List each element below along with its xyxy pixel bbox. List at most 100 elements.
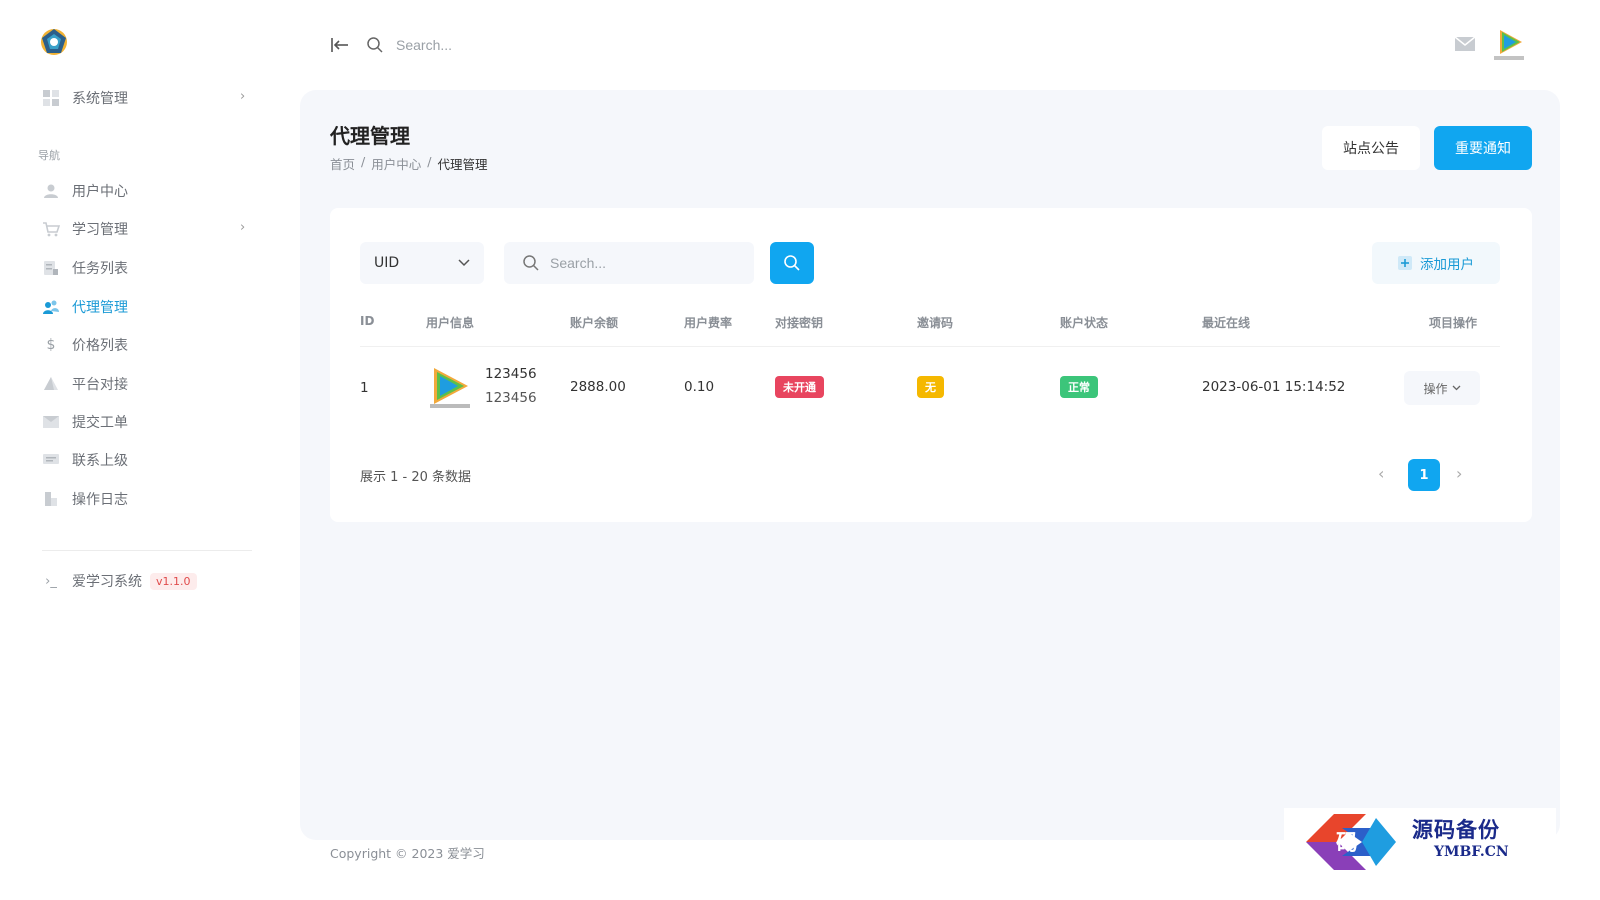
grid-icon (42, 89, 60, 107)
app-name: 爱学习系统 (72, 574, 142, 590)
log-icon (42, 490, 60, 508)
collapse-sidebar-icon[interactable] (330, 36, 350, 54)
sidebar: 系统管理 › 导航 用户中心 学习管理 › 任务列表 代理管理 $ 价格列表 平… (0, 0, 280, 900)
pagination-prev-icon[interactable]: ‹ (1378, 464, 1384, 483)
invite-code-badge: 无 (917, 376, 944, 398)
pagination-page-1[interactable]: 1 (1408, 459, 1440, 491)
account-status-badge: 正常 (1060, 376, 1098, 398)
cell-id: 1 (360, 380, 369, 396)
mail-icon[interactable] (1454, 36, 1476, 52)
sidebar-item-label: 联系上级 (72, 453, 128, 469)
page-title: 代理管理 (330, 124, 410, 148)
cart-icon (42, 220, 60, 238)
sidebar-item-label: 操作日志 (72, 492, 128, 508)
chevron-right-icon: › (240, 89, 246, 104)
sidebar-item-tasks[interactable]: 任务列表 (42, 256, 128, 280)
sidebar-item-ticket[interactable]: 提交工单 (42, 410, 128, 434)
task-icon (42, 259, 60, 277)
sidebar-item-label: 平台对接 (72, 377, 128, 393)
main-content: 代理管理 首页 / 用户中心 / 代理管理 站点公告 重要通知 UID Sear… (300, 90, 1560, 840)
pagination-summary: 展示 1 - 20 条数据 (360, 470, 472, 485)
pagination-next-icon[interactable]: › (1456, 464, 1462, 483)
filter-search-input[interactable] (550, 255, 730, 271)
plus-icon (1398, 256, 1412, 270)
nav-heading: 导航 (38, 149, 60, 162)
column-header-user-info: 用户信息 (426, 316, 475, 330)
user-icon (42, 182, 60, 200)
column-header-balance: 账户余额 (570, 316, 619, 330)
terminal-icon: ›_ (45, 573, 57, 589)
search-icon (523, 255, 539, 271)
add-user-label: 添加用户 (1420, 257, 1474, 273)
agents-icon (42, 298, 60, 316)
sidebar-item-label: 用户中心 (72, 184, 128, 200)
filter-select-value: UID (374, 255, 400, 271)
watermark-logo-icon: 码 (1306, 814, 1396, 870)
breadcrumb-home[interactable]: 首页 (330, 154, 355, 173)
key-status-badge: 未开通 (775, 376, 824, 398)
cell-user-name: 123456 (485, 366, 537, 382)
search-icon (784, 255, 800, 271)
chat-icon (42, 451, 60, 469)
sidebar-item-prices[interactable]: $ 价格列表 (42, 333, 128, 357)
column-header-invite: 邀请码 (917, 316, 954, 330)
sidebar-item-user-center[interactable]: 用户中心 (42, 179, 128, 203)
mail-icon (42, 413, 60, 431)
sidebar-item-label: 任务列表 (72, 261, 128, 277)
agents-card: UID 添加用户 ID 用户信息 账户余额 (330, 208, 1532, 522)
sidebar-item-contact[interactable]: 联系上级 (42, 448, 128, 472)
sidebar-item-study[interactable]: 学习管理 › (42, 217, 245, 241)
sidebar-item-label: 提交工单 (72, 415, 128, 431)
sidebar-item-logs[interactable]: 操作日志 (42, 487, 128, 511)
watermark-logo-char: 码 (1336, 830, 1358, 856)
watermark-title: 源码备份 (1412, 817, 1500, 842)
sidebar-item-label: 价格列表 (72, 338, 128, 354)
breadcrumb: 首页 / 用户中心 / 代理管理 (330, 154, 487, 173)
site-notice-button[interactable]: 站点公告 (1322, 126, 1420, 170)
user-avatar[interactable] (1492, 26, 1526, 62)
sidebar-item-label: 代理管理 (72, 300, 128, 316)
watermark: 码 源码备份 YMBF.CN (1284, 808, 1556, 884)
action-label: 操作 (1423, 381, 1448, 396)
breadcrumb-separator: / (427, 154, 432, 169)
breadcrumb-user-center[interactable]: 用户中心 (371, 154, 421, 173)
sidebar-divider (42, 550, 252, 551)
cell-balance: 2888.00 (570, 379, 626, 395)
column-header-status: 账户状态 (1060, 316, 1109, 330)
column-header-last-online: 最近在线 (1202, 316, 1251, 330)
sidebar-item-label: 学习管理 (72, 222, 128, 238)
topbar (280, 0, 1600, 88)
version-badge: v1.1.0 (150, 572, 197, 590)
footer-copyright: Copyright © 2023 爱学习 (330, 846, 485, 861)
important-notice-button[interactable]: 重要通知 (1434, 126, 1532, 170)
platform-icon (42, 375, 60, 393)
search-icon (367, 37, 383, 53)
sidebar-item-agents[interactable]: 代理管理 (42, 295, 128, 319)
sidebar-item-system[interactable]: 系统管理 › (42, 86, 245, 110)
app-logo-icon[interactable] (38, 26, 70, 58)
column-header-id: ID (360, 314, 375, 328)
breadcrumb-current: 代理管理 (437, 157, 488, 172)
row-action-dropdown[interactable]: 操作 (1404, 371, 1480, 405)
search-button[interactable] (770, 242, 814, 284)
column-header-actions: 项目操作 (1429, 316, 1478, 330)
column-header-key: 对接密钥 (775, 316, 824, 330)
chevron-down-icon (1452, 385, 1460, 391)
watermark-domain: YMBF.CN (1434, 844, 1509, 860)
sidebar-item-label: 系统管理 (72, 91, 128, 107)
top-search-input[interactable] (396, 32, 656, 58)
sidebar-item-platform[interactable]: 平台对接 (42, 372, 128, 396)
column-header-rate: 用户费率 (684, 316, 733, 330)
cell-user-account: 123456 (485, 390, 537, 406)
breadcrumb-separator: / (361, 154, 366, 169)
dollar-icon: $ (46, 337, 56, 353)
header-divider (360, 346, 1500, 347)
filter-field-select[interactable]: UID (360, 242, 484, 284)
user-avatar (430, 368, 470, 408)
filter-search-box (504, 242, 754, 284)
add-user-button[interactable]: 添加用户 (1372, 242, 1500, 284)
chevron-right-icon: › (240, 220, 246, 235)
sidebar-app-info[interactable]: ›_ 爱学习系统 v1.1.0 (42, 569, 197, 593)
cell-last-online: 2023-06-01 15:14:52 (1202, 379, 1346, 395)
cell-rate: 0.10 (684, 379, 715, 395)
